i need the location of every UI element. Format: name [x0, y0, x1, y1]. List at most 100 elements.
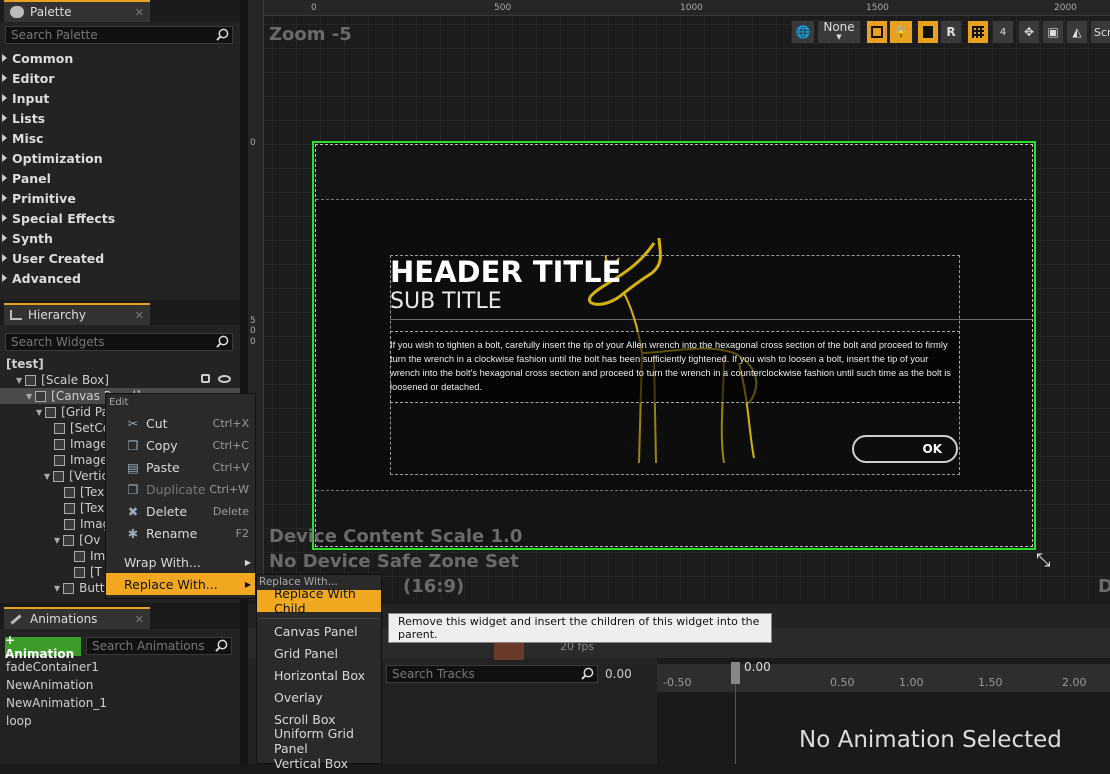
palette-category[interactable]: Lists — [2, 108, 45, 128]
hierarchy-item[interactable]: ▼ [Grid Pa — [36, 404, 109, 420]
hierarchy-search-input[interactable]: Search Widgets — [5, 333, 233, 351]
menu-header: Edit — [109, 397, 129, 408]
submenu-item[interactable]: Grid Panel — [257, 642, 381, 664]
animation-list-item[interactable]: NewAnimation_1 — [6, 696, 107, 710]
palette-category[interactable]: Primitive — [2, 188, 76, 208]
image-icon[interactable]: ▣ — [1042, 20, 1064, 44]
chevron-down-icon[interactable]: ▼ — [54, 536, 60, 545]
eye-icon[interactable] — [218, 375, 231, 383]
submenu-item[interactable]: Horizontal Box — [257, 664, 381, 686]
chevron-down-icon[interactable]: ▼ — [16, 376, 22, 385]
palette-search-input[interactable]: Search Palette — [5, 26, 233, 44]
palette-category[interactable]: Special Effects — [2, 208, 115, 228]
outline-toggle-icon[interactable] — [866, 20, 888, 44]
hierarchy-item[interactable]: [T — [74, 564, 102, 580]
screen-frame[interactable]: HEADER TITLE SUB TITLE If you wish to ti… — [312, 141, 1036, 550]
hierarchy-item[interactable]: [Tex — [64, 484, 104, 500]
hierarchy-icon — [10, 310, 22, 320]
hierarchy-item[interactable]: [test] — [6, 356, 44, 372]
palette-category[interactable]: Misc — [2, 128, 44, 148]
menu-item-cut[interactable]: ✂ Cut Ctrl+X — [106, 412, 255, 434]
animation-list-item[interactable]: loop — [6, 714, 32, 728]
animation-list-item[interactable]: fadeContainer1 — [6, 660, 99, 674]
search-icon — [215, 639, 228, 652]
playhead-handle[interactable] — [731, 662, 740, 684]
palette-category[interactable]: Advanced — [2, 268, 81, 288]
chevron-down-icon[interactable]: ▼ — [54, 584, 60, 593]
submenu-item[interactable]: Vertical Box — [257, 752, 381, 774]
chevron-down-icon[interactable]: ▼ — [44, 472, 50, 481]
palette-category[interactable]: User Created — [2, 248, 104, 268]
submenu-item[interactable]: Canvas Panel — [257, 620, 381, 642]
hierarchy-item[interactable]: ▼ [Ov — [54, 532, 100, 548]
replace-with-child-item[interactable]: Replace With Child — [257, 586, 381, 616]
ok-label: OK — [922, 442, 943, 456]
timeline-ruler[interactable] — [657, 664, 1110, 692]
wrap-with-item[interactable]: Wrap With... ▶ — [106, 551, 255, 573]
menu-item-rename[interactable]: ✱ Rename F2 — [106, 522, 255, 544]
panel-divider[interactable] — [240, 0, 248, 764]
hierarchy-item[interactable]: ▼ [Vertic — [44, 468, 108, 484]
animations-tab[interactable]: Animations ✕ — [4, 607, 150, 629]
submenu-item[interactable]: Overlay — [257, 686, 381, 708]
pencil-icon — [10, 613, 22, 625]
hierarchy-item[interactable]: Image — [54, 436, 108, 452]
palette-tab[interactable]: Palette ✕ — [4, 0, 150, 22]
palette-category[interactable]: Panel — [2, 168, 51, 188]
lock-icon[interactable]: 🔒 — [889, 20, 913, 44]
close-icon[interactable]: ✕ — [135, 6, 144, 19]
respect-locks-icon[interactable] — [917, 20, 939, 44]
duplicate-icon: ❐ — [127, 481, 139, 497]
body-text: If you wish to tighten a bolt, carefully… — [390, 340, 951, 392]
hierarchy-item[interactable]: Image — [54, 452, 108, 468]
palette-category[interactable]: Synth — [2, 228, 53, 248]
submenu-item[interactable]: Uniform Grid Panel — [257, 726, 381, 756]
resize-handle-icon[interactable]: ⤡ — [1036, 550, 1050, 571]
hierarchy-item[interactable]: [SetCo — [54, 420, 110, 436]
hierarchy-item[interactable]: ▼ Butt — [54, 580, 104, 596]
scissors-icon: ✂ — [127, 415, 139, 431]
palette-category-label: Misc — [12, 130, 44, 146]
hierarchy-item[interactable]: ▼ [Scale Box] — [16, 372, 109, 388]
none-dropdown[interactable]: None ▼ — [817, 20, 861, 44]
snap-value-dropdown[interactable]: 4 — [992, 20, 1014, 44]
transform-icon[interactable]: ✥ — [1018, 20, 1040, 44]
ok-button[interactable]: OK — [852, 435, 958, 463]
menu-item-delete[interactable]: ✖ Delete Delete — [106, 500, 255, 522]
tracks-search-input[interactable]: Search Tracks — [386, 665, 598, 683]
add-animation-button[interactable]: + Animation — [5, 633, 81, 661]
screen-size-button[interactable]: Scr — [1090, 20, 1110, 44]
hierarchy-item[interactable]: Im — [74, 548, 105, 564]
menu-item-duplicate[interactable]: ❐ Duplicate Ctrl+W — [106, 478, 255, 500]
lock-icon[interactable] — [201, 374, 210, 383]
hierarchy-item[interactable]: Imag — [64, 516, 110, 532]
hierarchy-item[interactable]: [Tex — [64, 500, 104, 516]
animations-search-input[interactable]: Search Animations — [86, 637, 232, 655]
record-button[interactable] — [494, 640, 524, 660]
hierarchy-search-placeholder: Search Widgets — [11, 335, 105, 349]
chevron-right-icon — [2, 54, 7, 62]
globe-icon[interactable]: 🌐 — [791, 20, 815, 44]
hierarchy-item-label: Butt — [79, 581, 105, 595]
hierarchy-tab[interactable]: Hierarchy ✕ — [4, 303, 150, 325]
widget-icon — [64, 486, 75, 498]
close-icon[interactable]: ✕ — [135, 309, 144, 322]
close-icon[interactable]: ✕ — [135, 613, 144, 626]
animation-list-item[interactable]: NewAnimation — [6, 678, 93, 692]
palette-category[interactable]: Common — [2, 48, 73, 68]
palette-category[interactable]: Input — [2, 88, 49, 108]
chevron-down-icon[interactable]: ▼ — [26, 392, 32, 401]
replace-with-item[interactable]: Replace With... ▶ — [106, 573, 255, 595]
menu-item-copy[interactable]: ❐ Copy Ctrl+C — [106, 434, 255, 456]
palette-category-label: Special Effects — [12, 210, 116, 226]
palette-category[interactable]: Optimization — [2, 148, 103, 168]
menu-item-paste[interactable]: ▤ Paste Ctrl+V — [106, 456, 255, 478]
r-button[interactable]: R — [940, 20, 962, 44]
designer-canvas[interactable]: 0 500 1000 1500 2000 0 5 0 0 Zoom -5 🌐 None ▼… — [248, 0, 1110, 600]
ruler-top-label: 2000 — [1054, 3, 1077, 13]
grid-snap-icon[interactable] — [967, 20, 989, 44]
palette-category[interactable]: Editor — [2, 68, 55, 88]
chevron-down-icon[interactable]: ▼ — [36, 408, 42, 417]
contrast-icon[interactable]: ◭ — [1066, 20, 1088, 44]
menu-item-shortcut: Ctrl+V — [212, 460, 249, 474]
